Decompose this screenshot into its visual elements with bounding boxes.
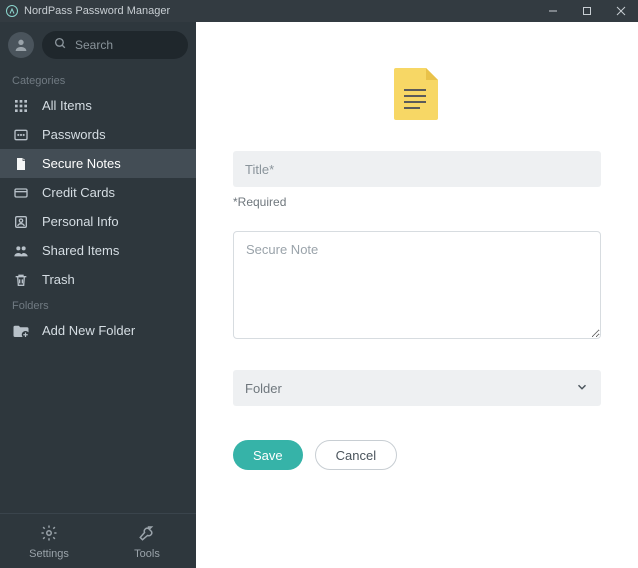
sidebar-item-label: Trash <box>42 272 75 287</box>
sidebar-item-shared-items[interactable]: Shared Items <box>0 236 196 265</box>
title-input[interactable] <box>233 151 601 187</box>
card-icon <box>12 185 30 201</box>
maximize-button[interactable] <box>570 0 604 22</box>
tools-label: Tools <box>134 548 160 560</box>
folder-select-label: Folder <box>245 381 282 396</box>
shared-icon <box>12 243 30 259</box>
secure-note-hero-icon <box>392 66 442 125</box>
cancel-button[interactable]: Cancel <box>315 440 397 470</box>
settings-button[interactable]: Settings <box>0 514 98 568</box>
person-icon <box>12 214 30 230</box>
titlebar: NordPass Password Manager <box>0 0 638 22</box>
tools-button[interactable]: Tools <box>98 514 196 568</box>
secure-note-form: *Required Folder Save Cancel <box>233 151 601 470</box>
sidebar-item-label: Shared Items <box>42 243 119 258</box>
app-icon <box>6 5 18 17</box>
search-input[interactable] <box>75 38 176 52</box>
sidebar-item-label: Add New Folder <box>42 323 135 338</box>
chevron-down-icon <box>575 380 589 397</box>
folders-label: Folders <box>0 294 196 316</box>
folder-select[interactable]: Folder <box>233 370 601 406</box>
sidebar-item-personal-info[interactable]: Personal Info <box>0 207 196 236</box>
avatar[interactable] <box>8 32 34 58</box>
gear-icon <box>40 524 58 545</box>
sidebar-bottom: Settings Tools <box>0 513 196 568</box>
window-title: NordPass Password Manager <box>24 5 536 17</box>
key-icon <box>12 127 30 143</box>
folders-list: Add New Folder <box>0 316 196 345</box>
save-button[interactable]: Save <box>233 440 303 470</box>
sidebar-item-secure-notes[interactable]: Secure Notes <box>0 149 196 178</box>
sidebar: Categories All Items Passwords Secure No… <box>0 22 196 568</box>
close-button[interactable] <box>604 0 638 22</box>
sidebar-item-credit-cards[interactable]: Credit Cards <box>0 178 196 207</box>
note-textarea[interactable] <box>233 231 601 339</box>
sidebar-item-label: Credit Cards <box>42 185 115 200</box>
sidebar-item-all-items[interactable]: All Items <box>0 91 196 120</box>
sidebar-item-label: Personal Info <box>42 214 119 229</box>
sidebar-item-label: Passwords <box>42 127 106 142</box>
categories-label: Categories <box>0 69 196 91</box>
required-hint: *Required <box>233 195 601 209</box>
trash-icon <box>12 272 30 288</box>
note-icon <box>12 156 30 172</box>
sidebar-item-passwords[interactable]: Passwords <box>0 120 196 149</box>
sidebar-item-label: All Items <box>42 98 92 113</box>
grid-icon <box>12 98 30 114</box>
main-content: *Required Folder Save Cancel <box>196 22 638 568</box>
search-icon <box>54 37 67 53</box>
sidebar-item-label: Secure Notes <box>42 156 121 171</box>
sidebar-item-trash[interactable]: Trash <box>0 265 196 294</box>
settings-label: Settings <box>29 548 69 560</box>
add-folder-icon <box>12 323 30 339</box>
search-input-wrap[interactable] <box>42 31 188 59</box>
minimize-button[interactable] <box>536 0 570 22</box>
wrench-icon <box>138 524 156 545</box>
sidebar-item-add-folder[interactable]: Add New Folder <box>0 316 196 345</box>
categories-list: All Items Passwords Secure Notes Credit … <box>0 91 196 294</box>
